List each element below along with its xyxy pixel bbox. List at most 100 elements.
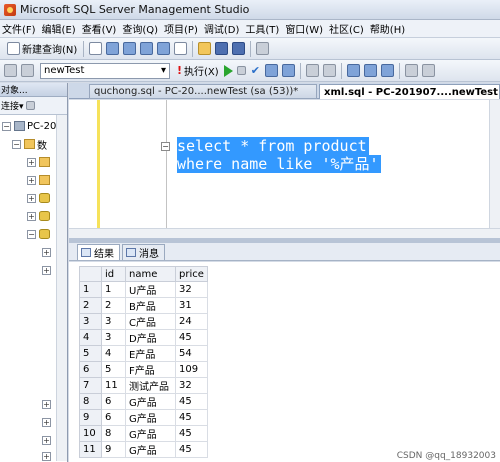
results-to-file-icon[interactable] [380, 64, 394, 77]
tab-results[interactable]: 结果 [77, 244, 120, 260]
menu-view[interactable]: 查看(V) [82, 21, 123, 36]
corner-cell[interactable] [79, 266, 102, 282]
menu-file[interactable]: 文件(F) [2, 21, 42, 36]
editor-horizontal-scrollbar[interactable] [69, 228, 500, 238]
include-plan-icon[interactable] [305, 64, 319, 77]
row-number-cell[interactable]: 1 [79, 281, 102, 298]
cell-name[interactable]: C产品 [125, 313, 176, 330]
menu-window[interactable]: 窗口(W) [285, 21, 329, 36]
tree-child-node[interactable]: + [42, 415, 54, 429]
sql-mobile-icon[interactable] [174, 42, 188, 55]
sql-editor[interactable]: − select * from product where name like … [69, 100, 500, 238]
comment-lines-icon[interactable] [404, 64, 418, 77]
cell-id[interactable]: 2 [101, 297, 126, 314]
mdx-query-icon[interactable] [123, 42, 137, 55]
menu-help[interactable]: 帮助(H) [370, 21, 411, 36]
menu-debug[interactable]: 调试(D) [204, 21, 246, 36]
expand-icon[interactable]: + [42, 399, 51, 409]
display-plan-icon[interactable] [264, 64, 278, 77]
expand-icon[interactable]: + [27, 193, 36, 203]
table-row[interactable]: 7 11 测试产品 32 [79, 377, 208, 394]
expand-icon[interactable]: + [42, 451, 51, 461]
table-row[interactable]: 8 6 G产品 45 [79, 393, 208, 410]
column-header-price[interactable]: price [175, 266, 208, 282]
cell-id[interactable]: 6 [101, 393, 126, 410]
table-row[interactable]: 4 3 D产品 45 [79, 329, 208, 346]
tree-folder-node[interactable]: + [27, 155, 52, 169]
row-number-cell[interactable]: 8 [79, 393, 102, 410]
table-row[interactable]: 5 4 E产品 54 [79, 345, 208, 362]
cell-id[interactable]: 3 [101, 313, 126, 330]
editor-vertical-scrollbar[interactable] [489, 100, 500, 228]
results-to-text-icon[interactable] [346, 64, 360, 77]
new-query-button[interactable]: 新建查询(N) [2, 40, 80, 58]
menu-community[interactable]: 社区(C) [329, 21, 370, 36]
save-icon[interactable] [215, 42, 229, 55]
analysis-query-icon[interactable] [106, 42, 120, 55]
new-file-icon[interactable] [89, 42, 103, 55]
cell-name[interactable]: G产品 [125, 393, 176, 410]
tree-database-node[interactable]: + [27, 209, 52, 223]
table-row[interactable]: 1 1 U产品 32 [79, 281, 208, 298]
cell-price[interactable]: 45 [175, 425, 208, 442]
debug-play-icon[interactable] [223, 64, 233, 77]
cell-id[interactable]: 6 [101, 409, 126, 426]
collapse-icon[interactable]: − [12, 139, 21, 149]
table-row[interactable]: 10 8 G产品 45 [79, 425, 208, 442]
collapse-icon[interactable]: − [2, 121, 11, 131]
tab-messages[interactable]: 消息 [122, 244, 165, 260]
cell-price[interactable]: 31 [175, 297, 208, 314]
cell-price[interactable]: 45 [175, 441, 208, 458]
table-row[interactable]: 11 9 G产品 45 [79, 441, 208, 458]
table-row[interactable]: 3 3 C产品 24 [79, 313, 208, 330]
column-header-id[interactable]: id [101, 266, 126, 282]
row-number-cell[interactable]: 4 [79, 329, 102, 346]
cell-price[interactable]: 32 [175, 377, 208, 394]
connect-dropdown[interactable]: 连接▾ [1, 99, 24, 112]
refresh-icon[interactable] [25, 101, 35, 110]
cell-price[interactable]: 45 [175, 329, 208, 346]
cell-price[interactable]: 24 [175, 313, 208, 330]
cell-id[interactable]: 11 [101, 377, 126, 394]
row-number-cell[interactable]: 7 [79, 377, 102, 394]
results-to-grid-icon[interactable] [363, 64, 377, 77]
expand-icon[interactable]: + [42, 417, 51, 427]
tab-quchong-sql[interactable]: quchong.sql - PC-20....newTest (sa (53))… [89, 84, 317, 99]
expand-icon[interactable]: + [42, 247, 51, 257]
connect-icon[interactable] [4, 64, 17, 77]
menu-query[interactable]: 查询(Q) [122, 21, 164, 36]
row-number-cell[interactable]: 5 [79, 345, 102, 362]
query-designer-icon[interactable] [281, 64, 295, 77]
xmla-query-icon[interactable] [157, 42, 171, 55]
menu-project[interactable]: 项目(P) [164, 21, 204, 36]
table-row[interactable]: 2 2 B产品 31 [79, 297, 208, 314]
parse-check-icon[interactable]: ✔ [248, 64, 263, 77]
code-line[interactable]: select * from product [177, 137, 369, 155]
cell-id[interactable]: 5 [101, 361, 126, 378]
code-line[interactable]: where name like '%产品' [177, 155, 381, 173]
cell-price[interactable]: 45 [175, 409, 208, 426]
menu-edit[interactable]: 编辑(E) [42, 21, 82, 36]
tab-xml-sql[interactable]: xml.sql - PC-201907....newTest (sa (54))… [319, 84, 500, 99]
tree-database-node[interactable]: + [27, 191, 52, 205]
expand-icon[interactable]: + [27, 175, 36, 185]
stop-icon[interactable] [236, 66, 246, 75]
open-folder-icon[interactable] [198, 42, 212, 55]
row-number-cell[interactable]: 6 [79, 361, 102, 378]
table-row[interactable]: 9 6 G产品 45 [79, 409, 208, 426]
expand-icon[interactable]: + [42, 435, 51, 445]
save-all-icon[interactable] [232, 42, 246, 55]
column-header-name[interactable]: name [125, 266, 176, 282]
database-select[interactable]: newTest ▾ [40, 62, 170, 79]
cell-id[interactable]: 1 [101, 281, 126, 298]
row-number-cell[interactable]: 3 [79, 313, 102, 330]
row-number-cell[interactable]: 10 [79, 425, 102, 442]
client-statistics-icon[interactable] [322, 64, 336, 77]
tree-database-node[interactable]: − [27, 227, 52, 241]
cell-name[interactable]: G产品 [125, 441, 176, 458]
cell-price[interactable]: 45 [175, 393, 208, 410]
tree-child-node[interactable]: + [42, 245, 54, 259]
cell-name[interactable]: G产品 [125, 409, 176, 426]
tree-databases-node[interactable]: − 数 [12, 137, 47, 152]
expand-icon[interactable]: + [27, 211, 36, 221]
